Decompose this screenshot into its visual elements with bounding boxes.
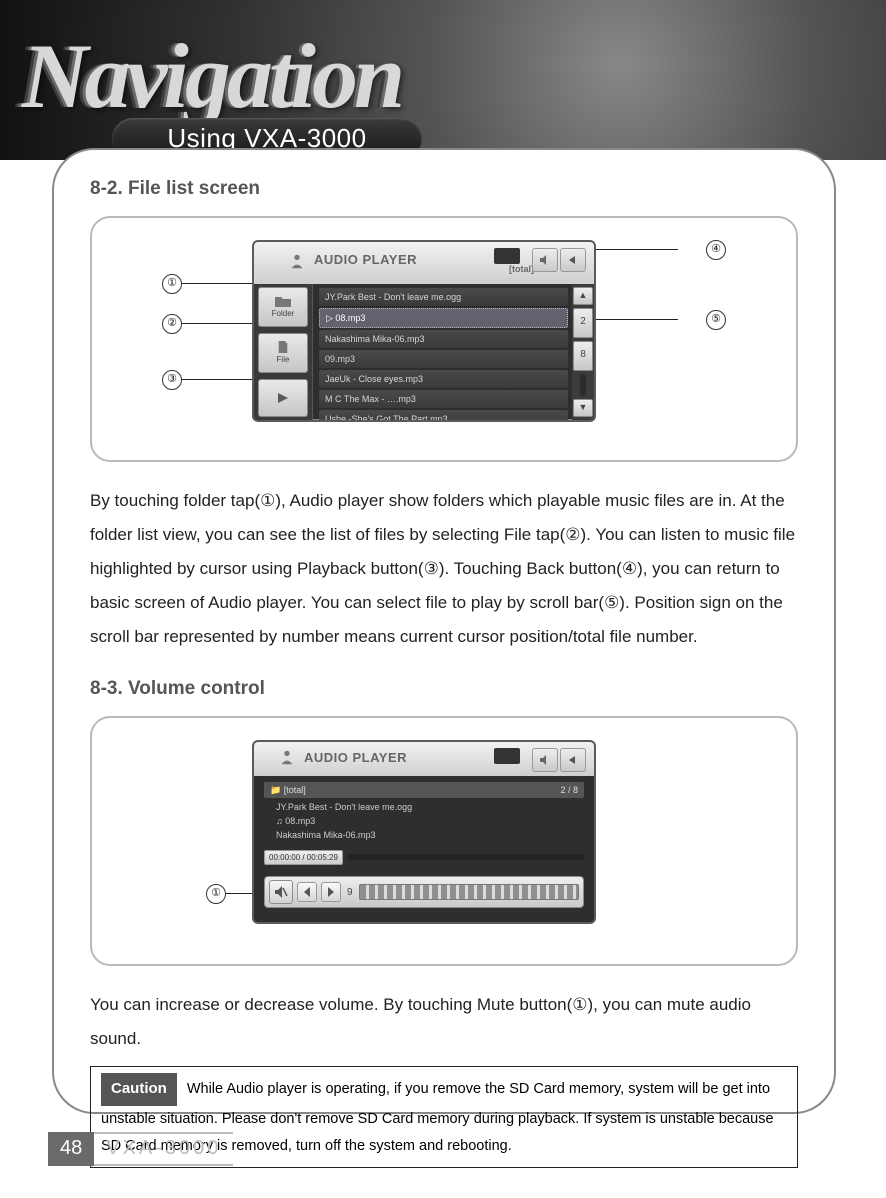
callout-5: ⑤: [706, 310, 726, 330]
screenshot-frame-2: ① AUDIO PLAYER 📁 [total] 2 / 8 JY.Par: [90, 716, 798, 966]
audio-player-screenshot-1: AUDIO PLAYER [total] Folder: [252, 240, 596, 422]
speaker-icon: [539, 254, 551, 266]
heading-8-3: 8-3. Volume control: [90, 678, 798, 700]
next-button[interactable]: [321, 882, 341, 902]
mute-icon: [274, 885, 288, 899]
scroll-total: 8: [573, 341, 593, 371]
file-tab[interactable]: File: [258, 333, 308, 373]
track-counter: 2 / 8: [560, 782, 578, 798]
control-row: 9: [264, 876, 584, 908]
back-arrow-icon: [567, 754, 579, 766]
ap-title: AUDIO PLAYER: [314, 252, 417, 267]
back-arrow-icon: [567, 254, 579, 266]
folder-path-label: 📁 [total]: [270, 782, 306, 798]
scroll-bar[interactable]: ▲ 2 8 ▼: [572, 284, 594, 420]
list-item[interactable]: ▷ 08.mp3: [319, 308, 568, 328]
ap2-title: AUDIO PLAYER: [304, 750, 407, 765]
scroll-pos: 2: [573, 308, 593, 338]
list-item[interactable]: Nakashima Mika-06.mp3: [319, 330, 568, 348]
ap-header: AUDIO PLAYER [total]: [254, 242, 594, 284]
paragraph-8-2: By touching folder tap(①), Audio player …: [90, 484, 798, 654]
callout-1b: ①: [206, 884, 226, 904]
header-word: Navigation: [22, 30, 401, 122]
back-button[interactable]: [560, 248, 586, 272]
ap-sidebar: Folder File: [254, 284, 313, 420]
sd-card-icon: [494, 748, 520, 764]
audio-player-screenshot-2: AUDIO PLAYER 📁 [total] 2 / 8 JY.Park Bes…: [252, 740, 596, 924]
player-logo-icon: [278, 748, 296, 766]
heading-8-2: 8-2. File list screen: [90, 178, 798, 200]
callout-2: ②: [162, 314, 182, 334]
time-bar: 00:00:00 / 00:05:29: [264, 848, 584, 866]
time-display: 00:00:00 / 00:05:29: [264, 850, 343, 865]
callout-1: ①: [162, 274, 182, 294]
caution-label: Caution: [101, 1073, 177, 1106]
list-item[interactable]: JY.Park Best - Don't leave me.ogg: [319, 288, 568, 306]
file-list: JY.Park Best - Don't leave me.ogg ▷ 08.m…: [313, 284, 572, 420]
prev-button[interactable]: [297, 882, 317, 902]
content-panel: 8-2. File list screen ① ② ③ ④ ⑤ AUDIO PL…: [52, 148, 836, 1114]
scroll-track[interactable]: [580, 374, 586, 396]
ap-total-label: [total]: [509, 264, 534, 274]
callout-5-leader: [590, 319, 678, 320]
volume-bar[interactable]: [359, 884, 579, 900]
next-icon: [328, 887, 334, 897]
list-item[interactable]: M C The Max - ….mp3: [319, 390, 568, 408]
callout-3: ③: [162, 370, 182, 390]
folder-path-row: 📁 [total] 2 / 8: [264, 782, 584, 798]
scroll-up-button[interactable]: ▲: [573, 287, 593, 305]
folder-tab[interactable]: Folder: [258, 287, 308, 327]
player-logo-icon: [288, 252, 306, 270]
progress-bar[interactable]: [347, 854, 584, 860]
paragraph-8-3: You can increase or decrease volume. By …: [90, 988, 798, 1056]
page-footer: 48 VXA-3000: [48, 1132, 233, 1166]
scroll-down-button[interactable]: ▼: [573, 399, 593, 417]
ap2-header: AUDIO PLAYER: [254, 742, 594, 776]
folder-tab-label: Folder: [272, 309, 295, 318]
folder-icon: [275, 295, 291, 307]
play-icon: [276, 392, 290, 404]
screenshot-frame-1: ① ② ③ ④ ⑤ AUDIO PLAYER [total]: [90, 216, 798, 462]
speaker-button[interactable]: [532, 748, 558, 772]
track-line: Nakashima Mika-06.mp3: [264, 828, 584, 842]
track-line: JY.Park Best - Don't leave me.ogg: [264, 800, 584, 814]
sd-card-icon: [494, 248, 520, 264]
footer-model: VXA-3000: [94, 1132, 233, 1166]
speaker-icon: [539, 754, 551, 766]
prev-icon: [304, 887, 310, 897]
file-tab-label: File: [277, 355, 290, 364]
mute-button[interactable]: [269, 880, 293, 904]
callout-4: ④: [706, 240, 726, 260]
speaker-button[interactable]: [532, 248, 558, 272]
back-button[interactable]: [560, 748, 586, 772]
playback-button[interactable]: [258, 379, 308, 417]
page-number: 48: [48, 1132, 94, 1166]
list-item[interactable]: Ushe -She's Got The Part.mp3: [319, 410, 568, 422]
track-line: ♫ 08.mp3: [264, 814, 584, 828]
list-item[interactable]: 09.mp3: [319, 350, 568, 368]
file-icon: [275, 341, 291, 353]
volume-level: 9: [345, 887, 355, 898]
list-item[interactable]: JaeUk - Close eyes.mp3: [319, 370, 568, 388]
